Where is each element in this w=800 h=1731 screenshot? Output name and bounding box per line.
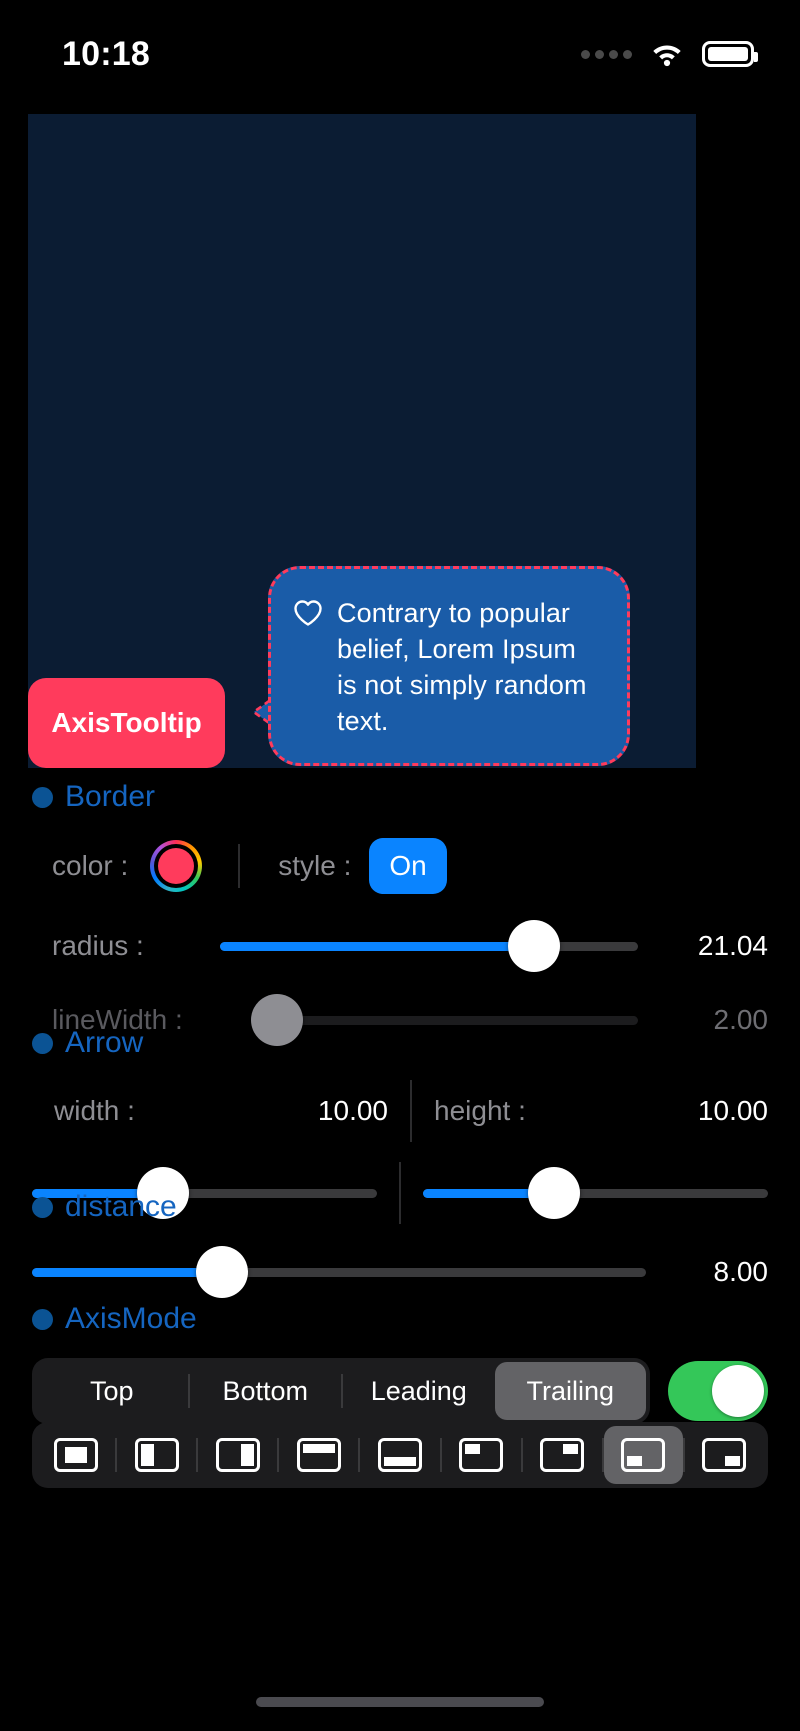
- distance-slider-row: 8.00: [0, 1246, 800, 1298]
- tooltip-bubble-wrapper: Contrary to popular belief, Lorem Ipsum …: [251, 566, 630, 766]
- axis-mode-option-bottom[interactable]: Bottom: [190, 1362, 342, 1420]
- border-radius-label: radius :: [52, 930, 144, 961]
- heart-icon: [293, 599, 323, 632]
- border-style-toggle-button[interactable]: On: [369, 838, 447, 894]
- border-section: Border color : style : On radius : 21.04: [0, 780, 800, 1046]
- axis-mode-toggle-switch[interactable]: [668, 1361, 768, 1421]
- align-bottom-right-icon[interactable]: [685, 1426, 764, 1484]
- app-screen: 10:18 AxisTooltip Contrary to popular be…: [0, 0, 800, 1731]
- distance-section-header: distance: [0, 1190, 800, 1224]
- align-center-icon[interactable]: [36, 1426, 115, 1484]
- axis-mode-option-leading[interactable]: Leading: [343, 1362, 495, 1420]
- axis-mode-section-header: AxisMode: [0, 1302, 800, 1336]
- arrow-section-title: Arrow: [65, 1026, 144, 1059]
- alignment-bar[interactable]: [32, 1422, 768, 1488]
- distance-section-title: distance: [65, 1190, 177, 1223]
- section-bullet-icon: [32, 1308, 53, 1330]
- align-left-icon[interactable]: [117, 1426, 196, 1484]
- border-style-label: style :: [278, 850, 352, 881]
- alignment-icon-bar: [0, 1422, 800, 1488]
- border-radius-slider[interactable]: [220, 920, 638, 972]
- anchor-button-label: AxisTooltip: [51, 707, 202, 738]
- section-bullet-icon: [32, 786, 53, 808]
- section-bullet-icon: [32, 1032, 53, 1054]
- arrow-column-divider: [410, 1080, 412, 1142]
- distance-value: 8.00: [713, 1256, 769, 1287]
- border-section-header: Border: [0, 780, 800, 814]
- axis-tooltip-anchor-button[interactable]: AxisTooltip: [28, 678, 225, 768]
- align-top-icon[interactable]: [279, 1426, 358, 1484]
- tooltip-bubble[interactable]: Contrary to popular belief, Lorem Ipsum …: [268, 566, 630, 766]
- status-bar: 10:18: [0, 0, 800, 96]
- arrow-height-value: 10.00: [697, 1095, 768, 1126]
- row-divider: [238, 844, 241, 888]
- align-bottom-icon[interactable]: [360, 1426, 439, 1484]
- border-section-title: Border: [65, 780, 156, 813]
- arrow-height-label: height :: [434, 1095, 526, 1126]
- status-time: 10:18: [62, 34, 150, 73]
- axis-mode-section: AxisMode Top Bottom Leading Trailing: [0, 1302, 800, 1424]
- arrow-width-value: 10.00: [317, 1095, 388, 1126]
- battery-full-icon: [702, 41, 758, 67]
- axis-mode-option-trailing[interactable]: Trailing: [494, 1362, 646, 1420]
- slider-fill: [220, 941, 534, 951]
- align-top-left-icon[interactable]: [442, 1426, 521, 1484]
- border-color-picker[interactable]: [150, 840, 203, 892]
- axis-mode-option-top[interactable]: Top: [36, 1362, 188, 1420]
- distance-slider[interactable]: [32, 1246, 646, 1298]
- arrow-width-label: width :: [54, 1095, 135, 1126]
- align-top-right-icon[interactable]: [523, 1426, 602, 1484]
- status-indicators: [581, 29, 758, 67]
- signal-dots-icon: [581, 49, 632, 59]
- slider-thumb[interactable]: [507, 920, 560, 972]
- arrow-section-header: Arrow: [0, 1026, 800, 1060]
- section-bullet-icon: [32, 1196, 53, 1218]
- align-right-icon[interactable]: [198, 1426, 277, 1484]
- slider-thumb[interactable]: [196, 1246, 249, 1298]
- axis-mode-segmented-control[interactable]: Top Bottom Leading Trailing: [32, 1358, 650, 1424]
- tooltip-preview-canvas: AxisTooltip Contrary to popular belief, …: [28, 114, 696, 768]
- border-color-label: color :: [52, 850, 129, 881]
- border-radius-row: radius : 21.04: [0, 920, 800, 972]
- slider-track: [258, 1015, 638, 1025]
- arrow-values-row: width : 10.00 height : 10.00: [0, 1080, 800, 1142]
- align-bottom-left-icon[interactable]: [603, 1426, 683, 1484]
- distance-section: distance 8.00: [0, 1190, 800, 1298]
- wifi-icon: [650, 41, 684, 67]
- border-color-style-row: color : style : On: [0, 838, 800, 894]
- home-indicator[interactable]: [256, 1697, 544, 1707]
- axis-mode-row: Top Bottom Leading Trailing: [0, 1358, 800, 1424]
- border-radius-value: 21.04: [697, 930, 768, 961]
- tooltip-text: Contrary to popular belief, Lorem Ipsum …: [337, 598, 587, 736]
- axis-mode-section-title: AxisMode: [65, 1302, 197, 1335]
- slider-fill: [32, 1267, 223, 1277]
